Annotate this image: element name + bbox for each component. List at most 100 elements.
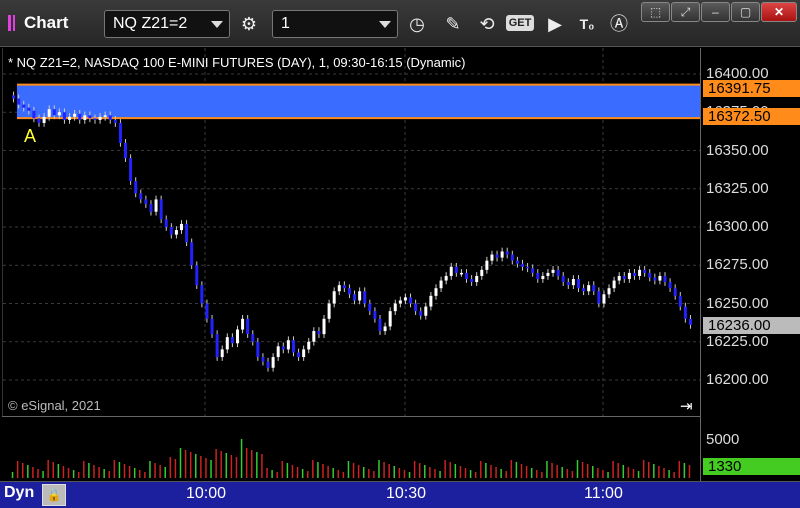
- alert-icon[interactable]: Ⓐ: [606, 11, 632, 37]
- settings-gear-icon[interactable]: ⚙: [236, 11, 262, 37]
- candle-body: [286, 340, 290, 350]
- price-tick-label: 16225.00: [706, 332, 769, 350]
- candle-body: [673, 288, 677, 296]
- candle-body: [607, 288, 611, 295]
- minimize-icon[interactable]: –: [701, 2, 730, 22]
- title-bar: Chart NQ Z21=2 ⚙ 1 ◷ ✎ ⟲ GET ▶ T₀ Ⓐ ⬚ ⤢ …: [0, 0, 800, 47]
- price-chart[interactable]: A: [3, 48, 701, 416]
- candle-body: [632, 272, 636, 276]
- candle-body: [510, 254, 514, 261]
- candle-body: [475, 275, 479, 283]
- chevron-down-icon[interactable]: [379, 21, 391, 28]
- candle-body: [37, 118, 41, 123]
- candle-body: [429, 295, 433, 307]
- scroll-to-end-icon[interactable]: ⇥: [680, 397, 693, 415]
- pencil-icon[interactable]: ✎: [440, 11, 466, 37]
- candle-body: [627, 272, 631, 280]
- candle-body: [42, 116, 46, 123]
- candle-body: [576, 279, 580, 289]
- candle-body: [597, 291, 601, 304]
- candle-body: [103, 115, 107, 117]
- candle-body: [57, 112, 61, 116]
- candle-body: [327, 303, 331, 319]
- candle-body: [424, 306, 428, 316]
- candle-body: [134, 181, 138, 194]
- candle-body: [149, 204, 153, 212]
- candle-body: [531, 268, 535, 273]
- candle-body: [297, 352, 301, 358]
- candle-body: [276, 346, 280, 358]
- candle-body: [546, 272, 550, 276]
- volume-pane[interactable]: [2, 418, 700, 480]
- candle-body: [439, 280, 443, 289]
- study-icon[interactable]: ⟲: [474, 11, 500, 37]
- candle-body: [592, 285, 596, 292]
- candle-body: [648, 272, 652, 278]
- clock-icon[interactable]: ◷: [404, 11, 430, 37]
- candle-body: [124, 142, 128, 159]
- candle-body: [571, 279, 575, 286]
- candle-body: [17, 98, 21, 105]
- candle-body: [668, 282, 672, 289]
- candle-body: [556, 269, 560, 276]
- candle-body: [587, 285, 591, 292]
- candle-body: [27, 107, 31, 111]
- candle-body: [169, 227, 173, 235]
- price-tick-label: 16250.00: [706, 294, 769, 312]
- text-icon[interactable]: T₀: [574, 11, 600, 37]
- play-icon[interactable]: ▶: [542, 11, 568, 37]
- interval-field[interactable]: 1: [272, 10, 398, 38]
- candle-body: [180, 223, 183, 231]
- candle-body: [485, 260, 489, 270]
- chevron-down-icon[interactable]: [211, 21, 223, 28]
- candle-body: [215, 334, 219, 358]
- close-icon[interactable]: ✕: [761, 2, 797, 22]
- candle-body: [683, 306, 687, 319]
- symbol-field[interactable]: NQ Z21=2: [104, 10, 230, 38]
- candle-body: [393, 303, 397, 312]
- price-tick-label: 16275.00: [706, 256, 769, 274]
- lock-icon[interactable]: 🔒: [42, 484, 66, 506]
- pane-divider[interactable]: [2, 416, 800, 417]
- candle-body: [688, 318, 692, 325]
- candle-body: [139, 193, 143, 200]
- chart-area[interactable]: A: [2, 48, 701, 416]
- candle-body: [459, 272, 463, 275]
- candle-body: [144, 199, 148, 205]
- app-title: Chart: [8, 13, 68, 33]
- candle-body: [78, 113, 82, 120]
- pin-icon[interactable]: ⬚: [641, 2, 670, 22]
- candle-body: [541, 275, 545, 280]
- get-icon[interactable]: GET: [506, 15, 534, 31]
- candle-body: [342, 285, 346, 289]
- candle-body: [129, 158, 133, 182]
- maximize-icon[interactable]: ▢: [731, 2, 760, 22]
- candle-body: [118, 122, 122, 143]
- candle-body: [195, 265, 199, 286]
- candle-body: [266, 361, 270, 368]
- candle-body: [246, 318, 250, 335]
- candle-body: [602, 294, 606, 304]
- last-volume-tag: 1330: [703, 458, 800, 475]
- time-label-1030: 10:30: [386, 485, 427, 502]
- symbol-description: * NQ Z21=2, NASDAQ 100 E-MINI FUTURES (D…: [8, 55, 466, 70]
- candle-body: [210, 318, 214, 335]
- candle-body: [521, 263, 524, 267]
- candle-body: [419, 311, 423, 316]
- candle-body: [653, 277, 657, 281]
- candle-body: [291, 340, 295, 353]
- candle-body: [551, 269, 555, 273]
- dynamic-mode-label[interactable]: Dyn: [4, 484, 34, 502]
- candle-body: [434, 288, 438, 296]
- candle-body: [526, 266, 530, 269]
- candle-body: [317, 331, 321, 335]
- candle-body: [414, 303, 418, 312]
- candle-body: [235, 329, 239, 344]
- candle-body: [409, 297, 413, 304]
- candle-body: [281, 346, 285, 350]
- candle-body: [388, 311, 392, 327]
- candle-body: [368, 303, 372, 312]
- restore-icon[interactable]: ⤢: [671, 2, 700, 22]
- volume-axis-label: 5000: [706, 431, 740, 448]
- candle-body: [582, 288, 586, 292]
